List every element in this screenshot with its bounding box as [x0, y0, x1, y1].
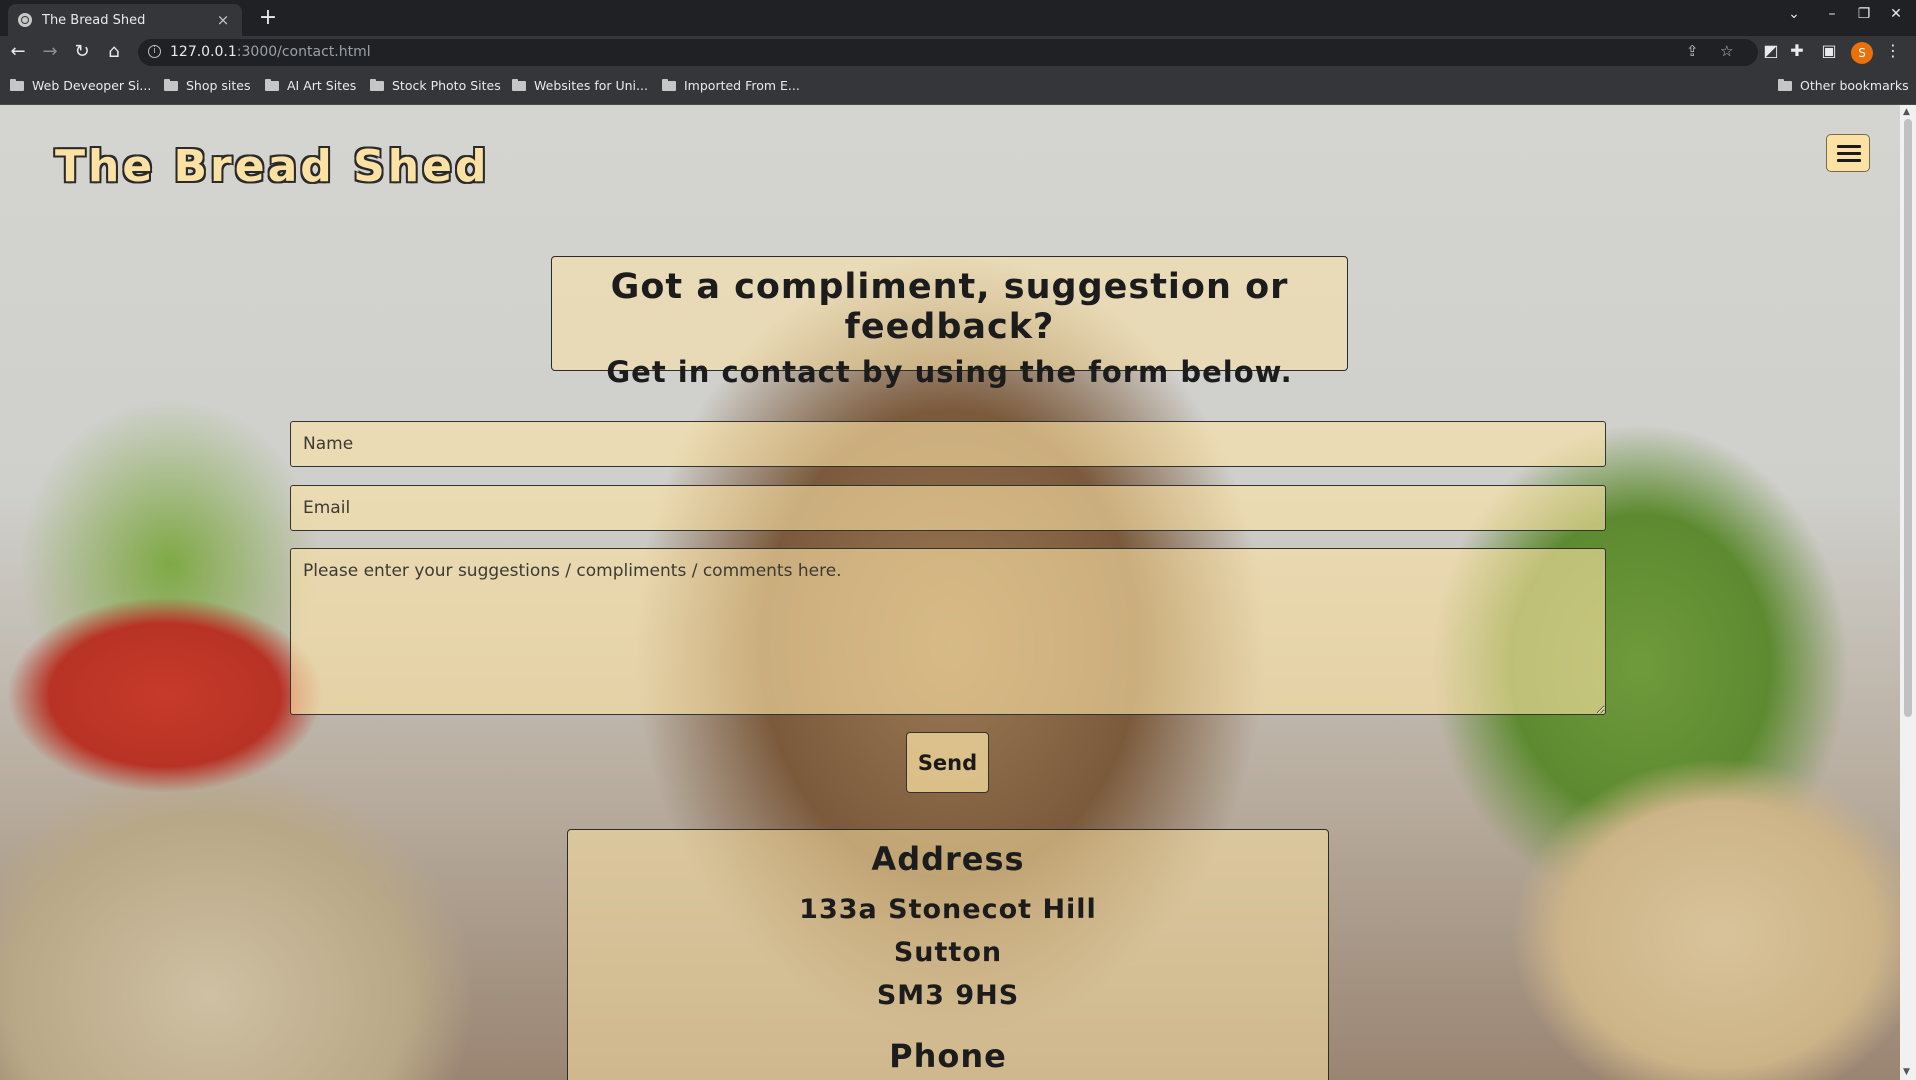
site-logo[interactable]: The Bread Shed: [55, 141, 489, 192]
phone-title: Phone: [889, 1037, 1007, 1075]
tab-title: The Bread Shed: [42, 12, 146, 28]
bookmark-folder[interactable]: Shop sites: [164, 78, 251, 93]
address-bar[interactable]: i 127.0.0.1:3000/contact.html ⇪ ☆: [138, 39, 1758, 66]
home-icon[interactable]: ⌂: [102, 40, 126, 64]
bookmark-star-icon[interactable]: ☆: [1720, 42, 1733, 60]
contact-heading: Got a compliment, suggestion or feedback…: [610, 267, 1289, 347]
hamburger-bar: [1837, 152, 1861, 155]
site-info-icon[interactable]: i: [148, 45, 161, 58]
address-line-3: SM3 9HS: [876, 980, 1020, 1011]
hamburger-bar: [1837, 159, 1861, 162]
back-icon[interactable]: ←: [6, 40, 30, 64]
url-text: 127.0.0.1:3000/contact.html: [170, 44, 371, 60]
bookmark-folder[interactable]: Imported From E...: [662, 78, 800, 93]
browser-tab[interactable]: The Bread Shed ×: [8, 4, 242, 36]
page-viewport: The Bread Shed Got a compliment, suggest…: [0, 105, 1900, 1080]
tab-search-icon[interactable]: ⌄: [1780, 6, 1808, 22]
page-scrollbar[interactable]: ▲ ▼: [1900, 105, 1916, 1080]
hamburger-bar: [1837, 145, 1861, 148]
hamburger-menu-button[interactable]: [1826, 134, 1870, 172]
forward-icon[interactable]: →: [38, 40, 62, 64]
name-field[interactable]: [290, 421, 1606, 467]
folder-icon: [512, 78, 526, 91]
email-field[interactable]: [290, 485, 1606, 531]
send-button[interactable]: Send: [906, 732, 989, 793]
scroll-up-icon[interactable]: ▲: [1903, 107, 1910, 117]
other-bookmarks-folder[interactable]: Other bookmarks: [1778, 78, 1909, 93]
minimize-icon[interactable]: –: [1818, 6, 1846, 22]
scroll-down-icon[interactable]: ▼: [1903, 1067, 1910, 1077]
folder-icon: [164, 78, 178, 91]
bookmark-folder[interactable]: Web Deveoper Si...: [10, 78, 151, 93]
kebab-menu-icon[interactable]: ⋮: [1882, 41, 1904, 60]
bookmark-folder[interactable]: AI Art Sites: [265, 78, 356, 93]
browser-toolbar: ← → ↻ ⌂ i 127.0.0.1:3000/contact.html ⇪ …: [0, 36, 1916, 69]
new-tab-button[interactable]: +: [256, 6, 280, 30]
side-panel-icon[interactable]: ▣: [1818, 41, 1840, 60]
profile-avatar[interactable]: S: [1851, 42, 1873, 64]
address-title: Address: [871, 840, 1025, 878]
address-line-1: 133a Stonecot Hill: [799, 894, 1097, 925]
message-field[interactable]: [290, 548, 1606, 715]
folder-icon: [662, 78, 676, 91]
contact-heading-panel: Got a compliment, suggestion or feedback…: [551, 256, 1348, 389]
folder-icon: [10, 78, 24, 91]
bookmark-folder[interactable]: Websites for Uni...: [512, 78, 648, 93]
close-tab-icon[interactable]: ×: [214, 11, 232, 29]
scrollbar-thumb[interactable]: [1904, 119, 1912, 717]
bookmarks-bar: Web Deveoper Si... Shop sites AI Art Sit…: [0, 69, 1916, 105]
contact-subheading: Get in contact by using the form below.: [606, 355, 1293, 389]
bookmark-folder[interactable]: Stock Photo Sites: [370, 78, 501, 93]
globe-icon: [18, 13, 32, 27]
address-line-2: Sutton: [893, 937, 1003, 968]
folder-icon: [265, 78, 279, 91]
share-icon[interactable]: ⇪: [1686, 42, 1699, 60]
extension-icon[interactable]: ◩: [1760, 41, 1782, 60]
close-window-icon[interactable]: ✕: [1882, 6, 1910, 22]
reload-icon[interactable]: ↻: [70, 40, 94, 64]
folder-icon: [370, 78, 384, 91]
address-panel: Address 133a Stonecot Hill Sutton SM3 9H…: [567, 829, 1329, 1080]
folder-icon: [1778, 78, 1792, 91]
puzzle-icon[interactable]: ✚: [1786, 41, 1808, 60]
restore-icon[interactable]: ❐: [1850, 6, 1878, 22]
tab-strip: The Bread Shed × + ⌄ – ❐ ✕: [0, 0, 1916, 36]
